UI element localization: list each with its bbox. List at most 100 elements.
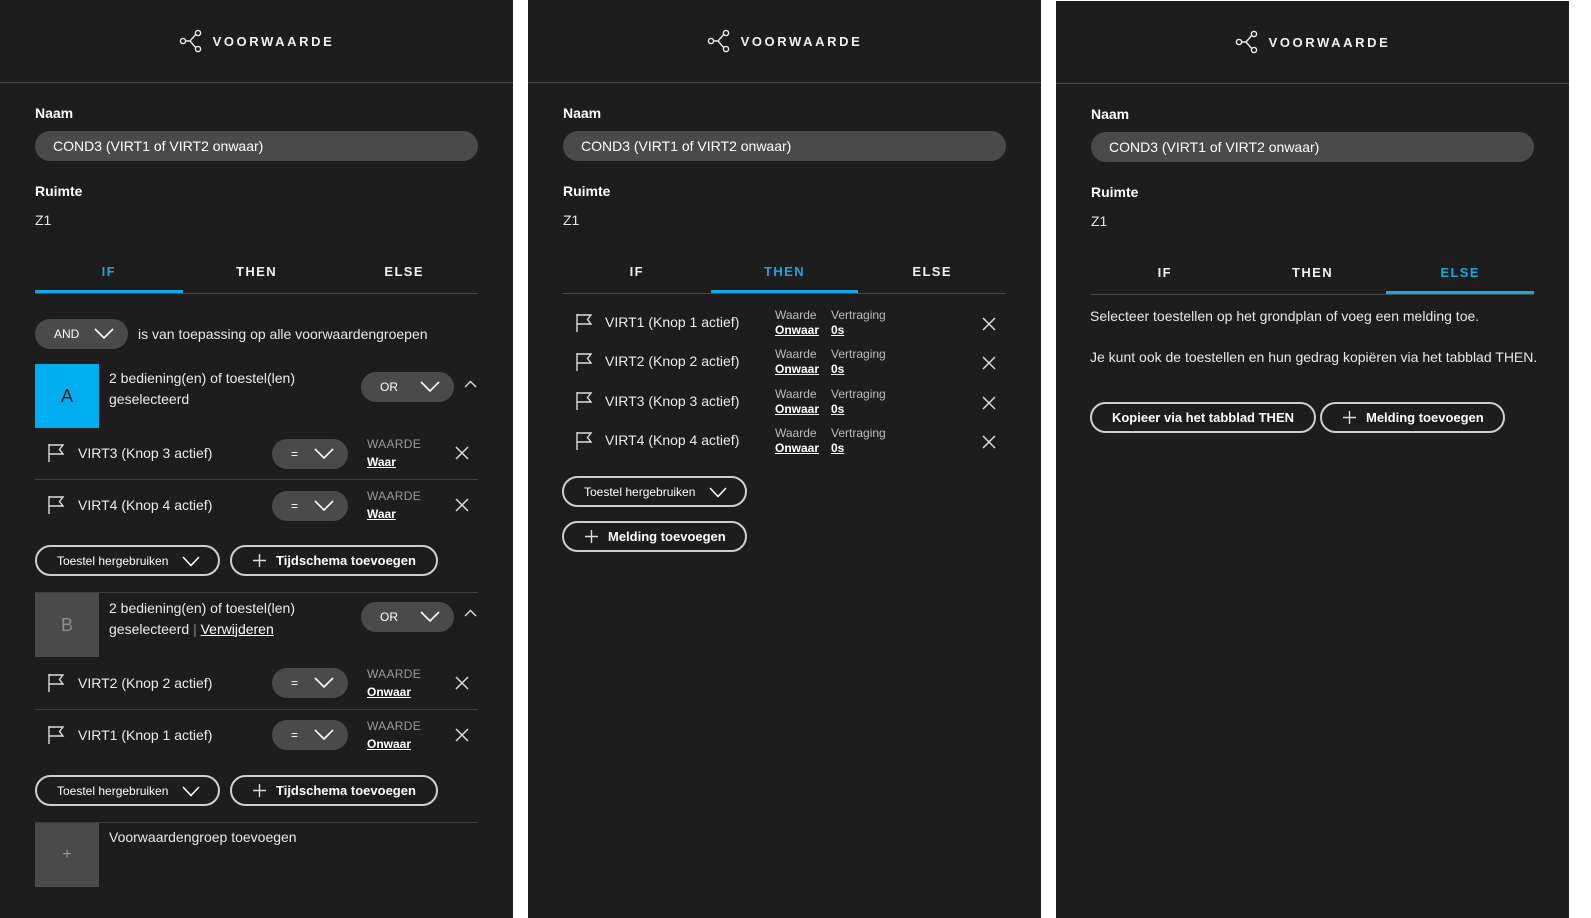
tab-then[interactable]: THEN	[710, 254, 859, 293]
comparator-select[interactable]: =	[272, 668, 348, 698]
delay-caption: Vertraging	[831, 347, 886, 361]
close-icon[interactable]	[455, 498, 469, 512]
group-divider	[35, 822, 478, 823]
device-label: VIRT2 (Knop 2 actief)	[78, 675, 213, 691]
value-link[interactable]: Onwaar	[775, 362, 819, 376]
panel-header: VOORWAARDE	[1056, 1, 1569, 84]
name-input[interactable]: COND3 (VIRT1 of VIRT2 onwaar)	[563, 131, 1006, 161]
delay-link[interactable]: 0s	[831, 323, 844, 337]
device-label: VIRT1 (Knop 1 actief)	[78, 727, 213, 743]
delay-link[interactable]: 0s	[831, 362, 844, 376]
add-notification-button[interactable]: Melding toevoegen	[1320, 402, 1505, 433]
value-link[interactable]: Onwaar	[367, 737, 411, 751]
name-input[interactable]: COND3 (VIRT1 of VIRT2 onwaar)	[35, 131, 478, 161]
name-input[interactable]: COND3 (VIRT1 of VIRT2 onwaar)	[1091, 132, 1534, 162]
operator-value: OR	[380, 610, 398, 624]
value-link[interactable]: Waar	[367, 455, 396, 469]
copy-from-then-button[interactable]: Kopieer via het tabblad THEN	[1090, 402, 1316, 433]
plus-icon	[253, 784, 266, 797]
comparator-select[interactable]: =	[272, 720, 348, 750]
group-summary-line1: 2 bediening(en) of toestel(len)	[109, 600, 296, 616]
add-group-label[interactable]: Voorwaardengroep toevoegen	[109, 829, 297, 845]
delay-caption: Vertraging	[831, 387, 886, 401]
group-a-summary: 2 bediening(en) of toestel(len) geselect…	[109, 368, 295, 409]
delay-link[interactable]: 0s	[831, 441, 844, 455]
and-operator-select[interactable]: AND	[35, 319, 128, 349]
chevron-up-icon[interactable]	[464, 609, 477, 617]
button-label: Tijdschema toevoegen	[276, 783, 416, 798]
delay-link[interactable]: 0s	[831, 402, 844, 416]
flag-icon	[576, 314, 593, 332]
flag-icon	[48, 444, 65, 462]
chevron-down-icon	[420, 611, 440, 623]
close-icon[interactable]	[982, 317, 996, 331]
chevron-down-icon	[420, 381, 440, 393]
add-schedule-button[interactable]: Tijdschema toevoegen	[230, 775, 438, 806]
remove-group-link[interactable]: Verwijderen	[201, 621, 274, 637]
group-divider	[35, 592, 478, 593]
else-instructions-line1: Selecteer toestellen op het grondplan of…	[1090, 308, 1480, 324]
tab-if[interactable]: IF	[35, 254, 183, 293]
tab-bar: IF THEN ELSE	[563, 254, 1006, 294]
comparator-value: =	[291, 499, 299, 513]
group-b-summary: 2 bediening(en) of toestel(len) geselect…	[109, 598, 295, 639]
panel-then: VOORWAARDE Naam COND3 (VIRT1 of VIRT2 on…	[528, 0, 1041, 918]
condition-icon	[1235, 30, 1257, 54]
add-notification-button[interactable]: Melding toevoegen	[562, 521, 747, 552]
tab-if[interactable]: IF	[1091, 255, 1239, 294]
tab-then[interactable]: THEN	[1239, 255, 1387, 294]
value-caption: Waarde	[775, 347, 817, 361]
group-summary-line1: 2 bediening(en) of toestel(len)	[109, 370, 296, 386]
tab-else[interactable]: ELSE	[1386, 255, 1535, 294]
close-icon[interactable]	[455, 676, 469, 690]
reuse-device-button[interactable]: Toestel hergebruiken	[562, 476, 747, 507]
close-icon[interactable]	[982, 356, 996, 370]
device-label: VIRT4 (Knop 4 actief)	[78, 497, 213, 513]
button-label: Toestel hergebruiken	[57, 783, 169, 798]
name-label: Naam	[1091, 106, 1130, 122]
close-icon[interactable]	[455, 446, 469, 460]
group-a-operator-select[interactable]: OR	[361, 372, 454, 402]
value-link[interactable]: Onwaar	[775, 441, 819, 455]
button-label: Tijdschema toevoegen	[276, 553, 416, 568]
value-link[interactable]: Onwaar	[775, 323, 819, 337]
value-link[interactable]: Onwaar	[367, 685, 411, 699]
comparator-select[interactable]: =	[272, 491, 348, 521]
room-value: Z1	[35, 212, 52, 228]
add-group-button[interactable]: +	[35, 823, 99, 887]
row-divider	[35, 479, 478, 480]
add-schedule-button[interactable]: Tijdschema toevoegen	[230, 545, 438, 576]
comparator-value: =	[291, 728, 299, 742]
button-label: Toestel hergebruiken	[584, 484, 696, 499]
close-icon[interactable]	[982, 396, 996, 410]
flag-icon	[48, 496, 65, 514]
value-link[interactable]: Onwaar	[775, 402, 819, 416]
tab-else[interactable]: ELSE	[858, 254, 1006, 293]
comparator-select[interactable]: =	[272, 439, 348, 469]
tab-if[interactable]: IF	[563, 254, 711, 293]
reuse-device-button[interactable]: Toestel hergebruiken	[35, 545, 220, 576]
reuse-device-button[interactable]: Toestel hergebruiken	[35, 775, 220, 806]
value-caption: Waarde	[775, 308, 817, 322]
chevron-down-icon	[314, 677, 334, 689]
panel-if: VOORWAARDE Naam COND3 (VIRT1 of VIRT2 on…	[0, 0, 513, 918]
value-link[interactable]: Waar	[367, 507, 396, 521]
condition-icon	[707, 29, 729, 53]
room-label: Ruimte	[563, 183, 611, 199]
comparator-value: =	[291, 676, 299, 690]
value-caption: Waarde	[775, 387, 817, 401]
chevron-up-icon[interactable]	[464, 380, 477, 388]
room-label: Ruimte	[35, 183, 83, 199]
close-icon[interactable]	[455, 728, 469, 742]
operator-description: is van toepassing op alle voorwaardengro…	[138, 326, 428, 342]
tab-then[interactable]: THEN	[183, 254, 331, 293]
name-label: Naam	[563, 105, 602, 121]
group-b-operator-select[interactable]: OR	[361, 602, 454, 632]
chevron-down-icon	[314, 500, 334, 512]
value-caption: WAARDE	[367, 667, 422, 681]
group-b-badge: B	[35, 593, 99, 657]
condition-icon	[179, 29, 201, 53]
tab-else[interactable]: ELSE	[330, 254, 478, 293]
close-icon[interactable]	[982, 435, 996, 449]
device-label: VIRT1 (Knop 1 actief)	[605, 314, 740, 330]
